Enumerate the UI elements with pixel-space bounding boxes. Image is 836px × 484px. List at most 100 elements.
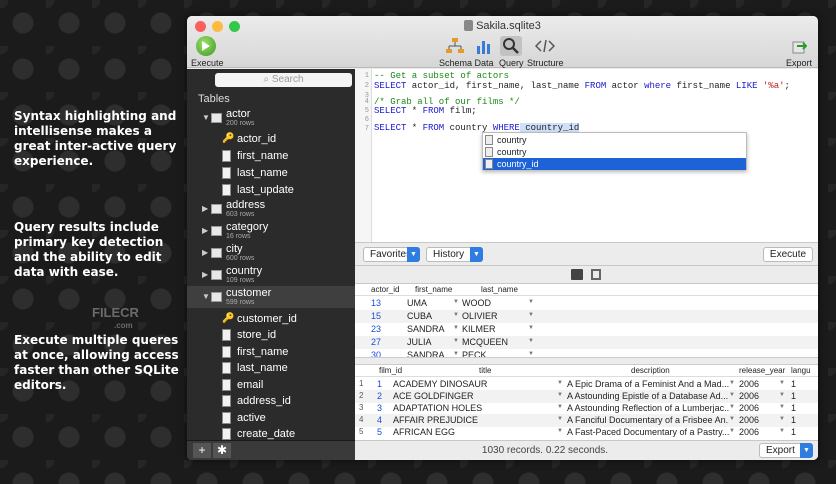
column-item[interactable]: 🔑 actor_id [187, 131, 355, 147]
table-row[interactable]: 15 CUBA ▼ OLIVIER ▼ [355, 310, 818, 323]
key-icon: 🔑 [222, 313, 235, 324]
column-icon [222, 395, 231, 407]
chevron-down-icon[interactable]: ▼ [557, 428, 563, 434]
column-item[interactable]: 🔑 customer_id [187, 311, 355, 327]
table-row[interactable]: 23 SANDRA ▼ KILMER ▼ [355, 323, 818, 336]
chevron-down-icon[interactable]: ▼ [453, 299, 459, 305]
results-toolbar [355, 266, 818, 284]
execute-toolbar-button[interactable]: Execute [191, 36, 224, 68]
search-icon: ⌕ [263, 74, 270, 85]
copy-results-icon[interactable] [591, 269, 601, 280]
chevron-down-icon[interactable]: ▼ [528, 338, 534, 344]
chevron-down-icon[interactable]: ▼ [779, 392, 785, 398]
schema-toolbar-button[interactable]: Schema [439, 36, 472, 68]
sidebar-footer: + ✱ [187, 440, 355, 460]
chevron-down-icon[interactable]: ▼ [557, 392, 563, 398]
magnifier-icon [503, 38, 519, 54]
export-dropdown[interactable]: Export ▼ [759, 443, 813, 458]
results-splitter[interactable] [355, 357, 818, 365]
table-icon [211, 248, 222, 258]
save-results-icon[interactable] [571, 269, 583, 280]
chevron-down-icon[interactable]: ▼ [729, 428, 735, 434]
table-icon [211, 113, 222, 123]
execute-button[interactable]: Execute [763, 247, 813, 262]
chevron-down-icon[interactable]: ▼ [729, 380, 735, 386]
chevron-down-icon[interactable]: ▼ [528, 299, 534, 305]
column-item[interactable]: last_update [187, 182, 355, 198]
disclosure-collapsed-icon[interactable]: ▶ [202, 204, 208, 213]
column-item[interactable]: active [187, 410, 355, 426]
table-item-customer[interactable]: ▼ customer 599 rows [187, 286, 355, 308]
code-line-2: SELECT actor_id, first_name, last_name F… [374, 81, 790, 91]
chevron-down-icon[interactable]: ▼ [557, 380, 563, 386]
chevron-down-icon[interactable]: ▼ [557, 404, 563, 410]
disclosure-collapsed-icon[interactable]: ▶ [202, 270, 208, 279]
autocomplete-item[interactable]: country [483, 146, 746, 158]
chevron-down-icon[interactable]: ▼ [729, 416, 735, 422]
table-row[interactable]: 13 UMA ▼ WOOD ▼ [355, 297, 818, 310]
column-icon [222, 167, 231, 179]
sql-editor[interactable]: 1 2 3 4 5 6 7 -- Get a subset of actors … [355, 69, 818, 242]
table-item-actor[interactable]: ▼ actor 200 rows [187, 107, 355, 129]
export-toolbar-button[interactable]: Export [785, 36, 813, 68]
disclosure-collapsed-icon[interactable]: ▶ [202, 248, 208, 257]
promo-text-2: Query results include primary key detect… [14, 220, 164, 279]
column-icon [222, 184, 231, 196]
favorites-dropdown[interactable]: Favorites ▼ [363, 247, 420, 262]
column-item[interactable]: email [187, 377, 355, 393]
disclosure-expanded-icon[interactable]: ▼ [202, 292, 210, 301]
chevron-down-icon[interactable]: ▼ [729, 392, 735, 398]
chevron-down-icon[interactable]: ▼ [528, 312, 534, 318]
table-row[interactable]: 27 JULIA ▼ MCQUEEN ▼ [355, 336, 818, 349]
status-text: 1030 records. 0.22 seconds. [481, 445, 609, 456]
chevron-down-icon: ▼ [407, 247, 420, 262]
results-grid-actors: actor_id first_name last_name 13 UMA ▼ WO… [355, 284, 818, 360]
table-row[interactable]: 5 5 AFRICAN EGG ▼ A Fast-Paced Documentar… [355, 426, 818, 439]
column-icon [485, 159, 493, 169]
history-dropdown[interactable]: History ▼ [426, 247, 483, 262]
chevron-down-icon[interactable]: ▼ [779, 428, 785, 434]
chevron-down-icon[interactable]: ▼ [453, 312, 459, 318]
column-item[interactable]: last_name [187, 165, 355, 181]
database-icon [464, 20, 474, 31]
settings-button[interactable]: ✱ [213, 443, 231, 458]
chevron-down-icon[interactable]: ▼ [779, 380, 785, 386]
column-item[interactable]: last_name [187, 360, 355, 376]
table-icon [485, 135, 493, 145]
column-icon [222, 362, 231, 374]
table-item-country[interactable]: ▶ country 109 rows [187, 264, 355, 286]
table-icon [211, 270, 222, 280]
column-item[interactable]: first_name [187, 148, 355, 164]
main-panel: 1 2 3 4 5 6 7 -- Get a subset of actors … [355, 69, 818, 460]
disclosure-collapsed-icon[interactable]: ▶ [202, 226, 208, 235]
column-item[interactable]: store_id [187, 327, 355, 343]
add-table-button[interactable]: + [193, 443, 211, 458]
column-item[interactable]: address_id [187, 393, 355, 409]
table-item-address[interactable]: ▶ address 603 rows [187, 198, 355, 220]
promo-text-3: Execute multiple queres at once, allowin… [14, 333, 179, 392]
code-icon [535, 39, 555, 53]
watermark: FILECR .com [92, 305, 139, 330]
chevron-down-icon[interactable]: ▼ [453, 325, 459, 331]
chevron-down-icon[interactable]: ▼ [779, 416, 785, 422]
data-toolbar-button[interactable]: Data [473, 36, 495, 68]
autocomplete-item[interactable]: country [483, 134, 746, 146]
disclosure-expanded-icon[interactable]: ▼ [202, 113, 210, 122]
column-icon [222, 412, 231, 424]
chevron-down-icon[interactable]: ▼ [729, 404, 735, 410]
chevron-down-icon[interactable]: ▼ [528, 325, 534, 331]
chevron-down-icon[interactable]: ▼ [779, 404, 785, 410]
query-toolbar-button[interactable]: Query [499, 36, 524, 68]
chevron-down-icon[interactable]: ▼ [453, 338, 459, 344]
structure-toolbar-button[interactable]: Structure [527, 36, 564, 68]
search-input[interactable]: ⌕ Search [215, 73, 352, 87]
column-item[interactable]: first_name [187, 344, 355, 360]
table-item-category[interactable]: ▶ category 16 rows [187, 220, 355, 242]
table-item-city[interactable]: ▶ city 600 rows [187, 242, 355, 264]
chevron-down-icon: ▼ [470, 247, 483, 262]
chevron-down-icon[interactable]: ▼ [557, 416, 563, 422]
chevron-down-icon: ▼ [800, 443, 813, 458]
bar-chart-icon [477, 41, 490, 54]
autocomplete-item-selected[interactable]: country_id [483, 158, 746, 170]
line-gutter: 1 2 3 4 5 6 7 [355, 69, 372, 242]
